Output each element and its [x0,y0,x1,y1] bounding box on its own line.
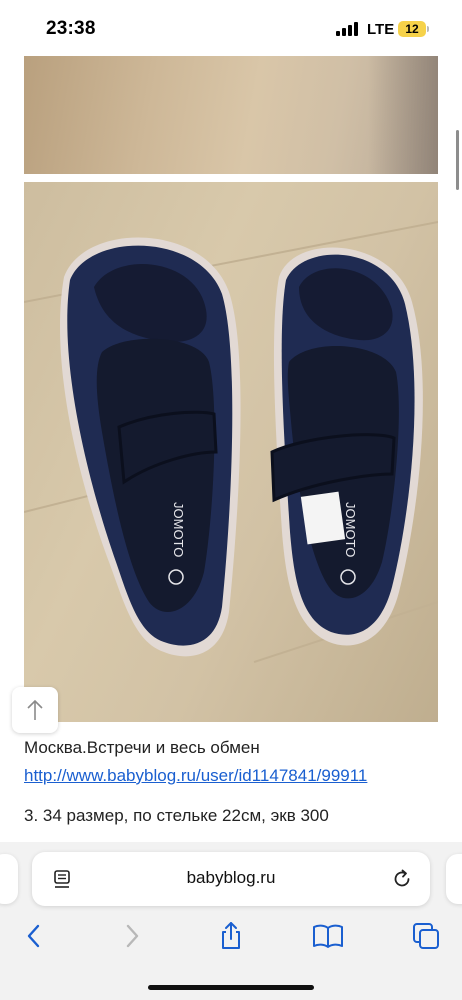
tabs-button[interactable] [410,920,442,952]
previous-tab-preview[interactable] [0,854,18,904]
back-button[interactable] [18,920,50,952]
bookmarks-button[interactable] [312,920,344,952]
home-indicator [148,985,314,990]
tabs-icon [413,923,439,949]
address-bar[interactable]: babyblog.ru [32,852,430,906]
photo-floor[interactable] [24,56,438,174]
forward-button[interactable] [116,920,148,952]
browser-toolbar [0,912,462,960]
forward-icon [126,924,139,948]
next-tab-preview[interactable] [446,854,462,904]
share-icon [222,922,240,949]
status-time: 23:38 [46,18,96,39]
reload-icon[interactable] [390,867,414,891]
share-button[interactable] [215,920,247,952]
post-description: 3. 34 размер, по стельке 22см, экв 300 [24,806,329,825]
battery-icon: 12 [398,21,426,37]
bookmarks-icon [313,924,343,948]
address-text[interactable]: babyblog.ru [32,868,430,888]
left-insole-brand: JOMOTO [171,502,186,557]
shoes-illustration: JOMOTO JOMOTO [24,221,438,663]
cellular-signal-icon [336,22,362,36]
back-icon [27,924,40,948]
battery-cap [427,26,429,32]
post-link[interactable]: http://www.babyblog.ru/user/id1147841/99… [24,766,367,786]
arrow-up-icon [27,699,43,720]
network-type: LTE [367,21,395,38]
scroll-indicator [456,130,459,190]
post-caption: Москва.Встречи и весь обмен [24,738,260,757]
status-bar: 23:38 LTE 12 [0,0,462,56]
photo-shoes[interactable]: JOMOTO JOMOTO [24,182,438,722]
back-to-top-button[interactable] [12,687,58,733]
right-insole-brand: JOMOTO [343,502,358,557]
